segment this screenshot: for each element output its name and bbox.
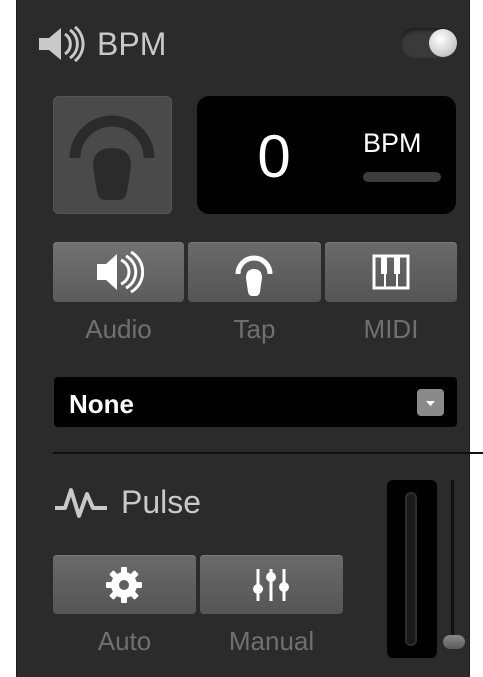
tap-icon (69, 115, 155, 200)
bpm-enable-toggle[interactable] (400, 28, 458, 58)
meter-track (405, 492, 417, 646)
pulse-auto-button[interactable] (53, 555, 196, 614)
source-audio-label: Audio (85, 314, 152, 344)
midi-keyboard-icon (372, 254, 410, 290)
select-value: None (69, 389, 134, 419)
bpm-panel: BPM 0 BPM Audio Tap MIDI None Pulse Auto… (16, 0, 483, 677)
pulse-fader-handle[interactable] (443, 635, 465, 649)
toggle-knob (429, 29, 457, 57)
pulse-level-meter (387, 480, 437, 658)
speaker-icon (39, 26, 85, 62)
source-tap-button[interactable] (188, 242, 321, 302)
sliders-icon (253, 569, 289, 601)
pulse-fader-track[interactable] (451, 480, 454, 640)
source-tap-label: Tap (233, 314, 276, 344)
pulse-title: Pulse (121, 484, 202, 520)
bpm-indicator-bar (363, 172, 441, 182)
pulse-auto-label: Auto (97, 626, 152, 656)
select-arrow-button[interactable] (417, 389, 444, 416)
pulse-manual-button[interactable] (200, 555, 343, 614)
tap-pad-button[interactable] (53, 96, 172, 214)
tap-icon (235, 255, 273, 296)
source-audio-button[interactable] (53, 242, 184, 302)
section-title: BPM (97, 26, 167, 62)
pulse-manual-label: Manual (228, 626, 315, 656)
chevron-down-icon (426, 401, 435, 406)
source-midi-button[interactable] (325, 242, 457, 302)
bpm-unit-label: BPM (363, 128, 422, 158)
gear-icon (106, 567, 142, 603)
speaker-icon (97, 250, 145, 294)
section-divider (53, 452, 483, 454)
bpm-value: 0 (257, 123, 291, 190)
source-midi-label: MIDI (363, 314, 419, 344)
pulse-icon (55, 488, 107, 518)
